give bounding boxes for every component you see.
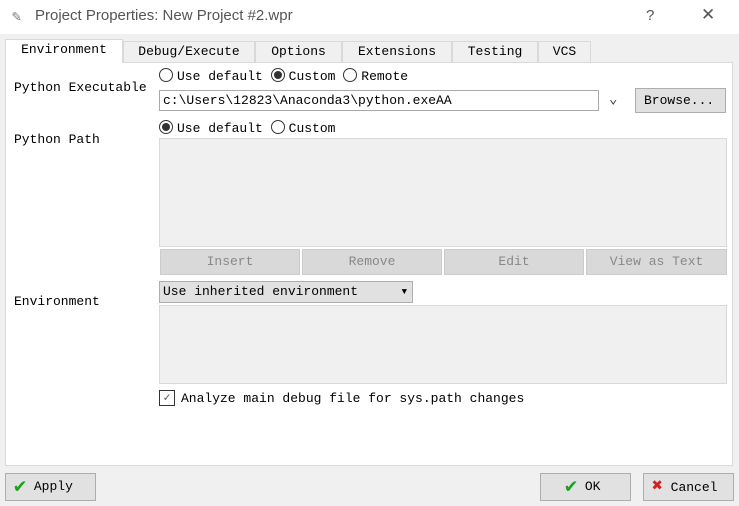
radio-custom[interactable]: Custom xyxy=(270,68,335,84)
radio-remote[interactable]: Remote xyxy=(343,68,408,84)
radio-use-default[interactable]: Use default xyxy=(159,68,263,84)
dropdown-arrow-icon: ▼ xyxy=(401,287,407,297)
analyze-label: Analyze main debug file for sys.path cha… xyxy=(181,391,525,406)
python-executable-radios: Use default Custom Remote xyxy=(159,68,408,84)
python-path-radios: Use default Custom xyxy=(159,120,335,136)
python-executable-label: Python Executable xyxy=(14,80,147,95)
tab-vcs[interactable]: VCS xyxy=(538,41,591,63)
radio-path-custom[interactable]: Custom xyxy=(270,120,335,136)
x-icon: ✖ xyxy=(652,477,663,497)
analyze-checkbox[interactable]: ✓ xyxy=(159,390,175,406)
edit-button[interactable]: Edit xyxy=(444,249,584,275)
title-bar: ✎ Project Properties: New Project #2.wpr… xyxy=(0,0,739,34)
insert-button[interactable]: Insert xyxy=(160,249,300,275)
cancel-button[interactable]: ✖ Cancel xyxy=(643,473,734,501)
chevron-down-icon[interactable]: ⌄ xyxy=(609,91,617,108)
remove-button[interactable]: Remove xyxy=(302,249,442,275)
browse-button[interactable]: Browse... xyxy=(635,88,726,113)
checkmark-icon: ✔ xyxy=(14,476,27,499)
apply-button[interactable]: ✔ Apply xyxy=(5,473,96,501)
window-title: Project Properties: New Project #2.wpr xyxy=(35,7,293,24)
help-button[interactable]: ? xyxy=(646,7,654,24)
tab-environment[interactable]: Environment xyxy=(5,39,123,63)
tab-options[interactable]: Options xyxy=(255,41,342,63)
feather-icon: ✎ xyxy=(12,9,22,26)
checkmark-icon: ✔ xyxy=(565,476,578,499)
view-as-text-button[interactable]: View as Text xyxy=(586,249,727,275)
tab-extensions[interactable]: Extensions xyxy=(342,41,452,63)
python-executable-input[interactable]: c:\Users\12823\Anaconda3\python.exeAA xyxy=(159,90,599,111)
environment-label: Environment xyxy=(14,294,100,309)
tab-testing[interactable]: Testing xyxy=(452,41,538,63)
python-path-list[interactable] xyxy=(159,138,727,247)
python-path-label: Python Path xyxy=(14,132,100,147)
environment-dropdown[interactable]: Use inherited environment ▼ xyxy=(159,281,413,303)
close-button[interactable]: ✕ xyxy=(701,5,715,25)
tab-debug-execute[interactable]: Debug/Execute xyxy=(123,41,255,63)
ok-button[interactable]: ✔ OK xyxy=(540,473,631,501)
radio-path-use-default[interactable]: Use default xyxy=(159,120,263,136)
environment-textarea[interactable] xyxy=(159,305,727,384)
